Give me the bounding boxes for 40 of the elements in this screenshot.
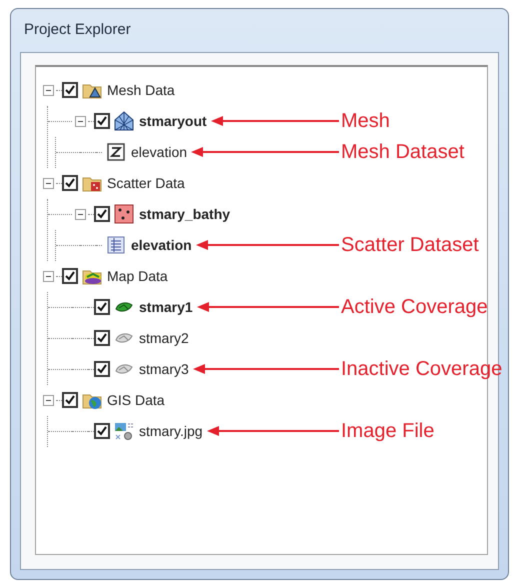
dataset-icon [106, 142, 126, 162]
tree-item-label[interactable]: stmaryout [139, 110, 207, 132]
tree-item-label[interactable]: elevation [131, 234, 192, 256]
tree-item-label[interactable]: Map Data [107, 266, 168, 286]
scatter-icon [114, 204, 134, 224]
annotation-label: Scatter Dataset [340, 233, 480, 258]
checkbox[interactable] [94, 299, 110, 315]
tree-item-label[interactable]: Scatter Data [107, 172, 185, 194]
checkbox[interactable] [94, 330, 110, 346]
collapse-toggle[interactable] [74, 208, 86, 220]
image-icon [114, 421, 134, 441]
tree-item-label[interactable]: stmary.jpg [139, 420, 203, 442]
collapse-toggle[interactable] [42, 394, 54, 406]
tree-item-label[interactable]: stmary2 [139, 328, 189, 348]
collapse-toggle[interactable] [42, 84, 54, 96]
tree-item-label[interactable]: stmary3 [139, 358, 189, 380]
annotation-label: Inactive Coverage [340, 357, 504, 382]
collapse-toggle[interactable] [74, 116, 86, 126]
annotation-label: Image File [340, 419, 436, 444]
checkbox[interactable] [62, 268, 78, 284]
checkbox[interactable] [94, 361, 110, 377]
checkbox[interactable] [62, 392, 78, 408]
checkbox[interactable] [94, 206, 110, 222]
checkbox[interactable] [94, 423, 110, 439]
collapse-toggle[interactable] [42, 270, 54, 282]
mesh-icon [114, 111, 134, 131]
collapse-toggle[interactable] [42, 178, 54, 188]
checkbox[interactable] [94, 113, 110, 129]
window-title: Project Explorer [23, 20, 132, 40]
checkbox[interactable] [62, 175, 78, 191]
tree-item-label[interactable]: elevation [131, 142, 188, 162]
checkbox[interactable] [62, 82, 78, 98]
table-icon [106, 235, 126, 255]
tree-item-label[interactable]: stmary_bathy [139, 204, 230, 224]
tree-item-label[interactable]: GIS Data [107, 390, 165, 410]
tree-item-label[interactable]: stmary1 [139, 296, 193, 318]
annotation-label: Mesh Dataset [340, 140, 466, 165]
tree-item-label[interactable]: Mesh Data [107, 80, 175, 100]
annotation-label: Active Coverage [340, 295, 489, 320]
annotation-label: Mesh [340, 109, 391, 134]
